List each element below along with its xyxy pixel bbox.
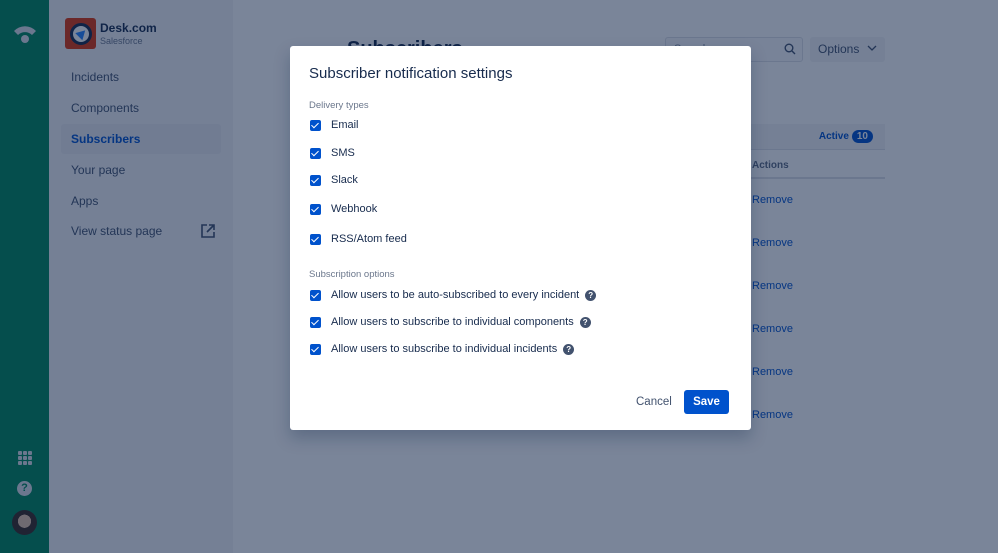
delivery-email-checkbox[interactable]: Email <box>310 119 359 131</box>
delivery-sms-checkbox[interactable]: SMS <box>310 147 355 159</box>
checkbox-label: Webhook <box>331 203 378 215</box>
help-icon[interactable]: ? <box>579 316 591 328</box>
checkbox-label: Slack <box>331 174 358 186</box>
checkbox-label: Email <box>331 119 359 131</box>
checkbox-checked-icon[interactable] <box>310 233 321 245</box>
cancel-button[interactable]: Cancel <box>628 390 680 414</box>
delivery-slack-checkbox[interactable]: Slack <box>310 174 358 186</box>
checkbox-checked-icon[interactable] <box>310 203 321 215</box>
help-icon[interactable]: ? <box>585 289 597 301</box>
checkbox-label: RSS/Atom feed <box>331 233 407 245</box>
checkbox-label: SMS <box>331 147 355 159</box>
subscription-options-label: Subscription options <box>309 269 395 280</box>
checkbox-checked-icon[interactable] <box>310 119 321 131</box>
notification-settings-modal: Subscriber notification settings Deliver… <box>290 46 751 430</box>
component-subscribe-checkbox[interactable]: Allow users to subscribe to individual c… <box>310 316 591 328</box>
checkbox-label: Allow users to subscribe to individual c… <box>331 316 574 328</box>
help-icon[interactable]: ? <box>563 343 575 355</box>
checkbox-label: Allow users to be auto-subscribed to eve… <box>331 289 580 301</box>
delivery-types-label: Delivery types <box>309 100 369 111</box>
checkbox-checked-icon[interactable] <box>310 147 321 159</box>
delivery-rss-checkbox[interactable]: RSS/Atom feed <box>310 233 407 245</box>
checkbox-checked-icon[interactable] <box>310 174 321 186</box>
checkbox-checked-icon[interactable] <box>310 316 321 328</box>
auto-subscribe-checkbox[interactable]: Allow users to be auto-subscribed to eve… <box>310 289 597 301</box>
modal-title: Subscriber notification settings <box>309 65 513 82</box>
save-button[interactable]: Save <box>684 390 729 414</box>
checkbox-checked-icon[interactable] <box>310 289 321 301</box>
incident-subscribe-checkbox[interactable]: Allow users to subscribe to individual i… <box>310 343 575 355</box>
checkbox-label: Allow users to subscribe to individual i… <box>331 343 558 355</box>
checkbox-checked-icon[interactable] <box>310 343 321 355</box>
delivery-webhook-checkbox[interactable]: Webhook <box>310 203 377 215</box>
